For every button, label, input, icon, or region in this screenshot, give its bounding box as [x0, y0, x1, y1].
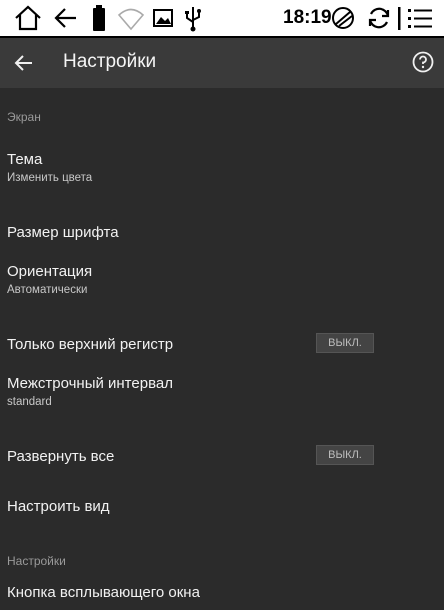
section-header-settings: Настройки — [7, 554, 66, 568]
settings-list: Экран Тема Изменить цвета Размер шрифта … — [0, 88, 444, 610]
setting-title: Ориентация — [7, 263, 93, 280]
setting-title: Развернуть все — [7, 447, 115, 465]
setting-orientation[interactable]: Ориентация Автоматически — [0, 260, 444, 316]
setting-line-spacing[interactable]: Межстрочный интервал standard — [0, 372, 444, 428]
setting-title: Настроить вид — [7, 497, 110, 515]
uppercase-toggle[interactable]: ВЫКЛ. — [316, 333, 374, 353]
page-title: Настройки — [63, 51, 157, 72]
setting-title: Тема — [7, 151, 43, 168]
status-bar: 18:19 — [0, 0, 444, 38]
setting-customize-view[interactable]: Настроить вид — [0, 484, 444, 528]
section-header-screen: Экран — [7, 110, 41, 124]
back-arrow-icon[interactable] — [12, 51, 36, 75]
setting-popup-button[interactable]: Кнопка всплывающего окна — [0, 574, 444, 610]
setting-uppercase[interactable]: Только верхний регистр ВЫКЛ. — [0, 316, 444, 372]
setting-font-size[interactable]: Размер шрифта — [0, 204, 444, 260]
wifi-icon — [117, 8, 145, 31]
home-icon[interactable] — [13, 4, 43, 32]
usb-icon — [185, 7, 201, 32]
setting-title: Межстрочный интервал — [7, 375, 173, 392]
setting-subtitle: Автоматически — [7, 284, 88, 296]
setting-expand-all[interactable]: Развернуть все ВЫКЛ. — [0, 428, 444, 484]
setting-title: Кнопка всплывающего окна — [7, 583, 200, 601]
setting-theme[interactable]: Тема Изменить цвета — [0, 148, 444, 204]
menu-icon[interactable] — [407, 4, 433, 32]
app-bar: Настройки — [0, 38, 444, 88]
image-icon — [153, 9, 173, 27]
divider-icon — [398, 7, 401, 30]
setting-subtitle: Изменить цвета — [7, 172, 93, 184]
rotate-icon[interactable] — [366, 4, 392, 32]
setting-subtitle: standard — [7, 396, 52, 408]
clock: 18:19 — [283, 7, 332, 28]
setting-title: Размер шрифта — [7, 223, 119, 241]
expand-all-toggle[interactable]: ВЫКЛ. — [316, 445, 374, 465]
sync-refresh-icon[interactable] — [330, 4, 356, 32]
help-icon[interactable] — [412, 51, 434, 73]
battery-icon — [93, 5, 105, 31]
back-arrow-icon[interactable] — [53, 4, 79, 32]
setting-title: Только верхний регистр — [7, 335, 174, 353]
